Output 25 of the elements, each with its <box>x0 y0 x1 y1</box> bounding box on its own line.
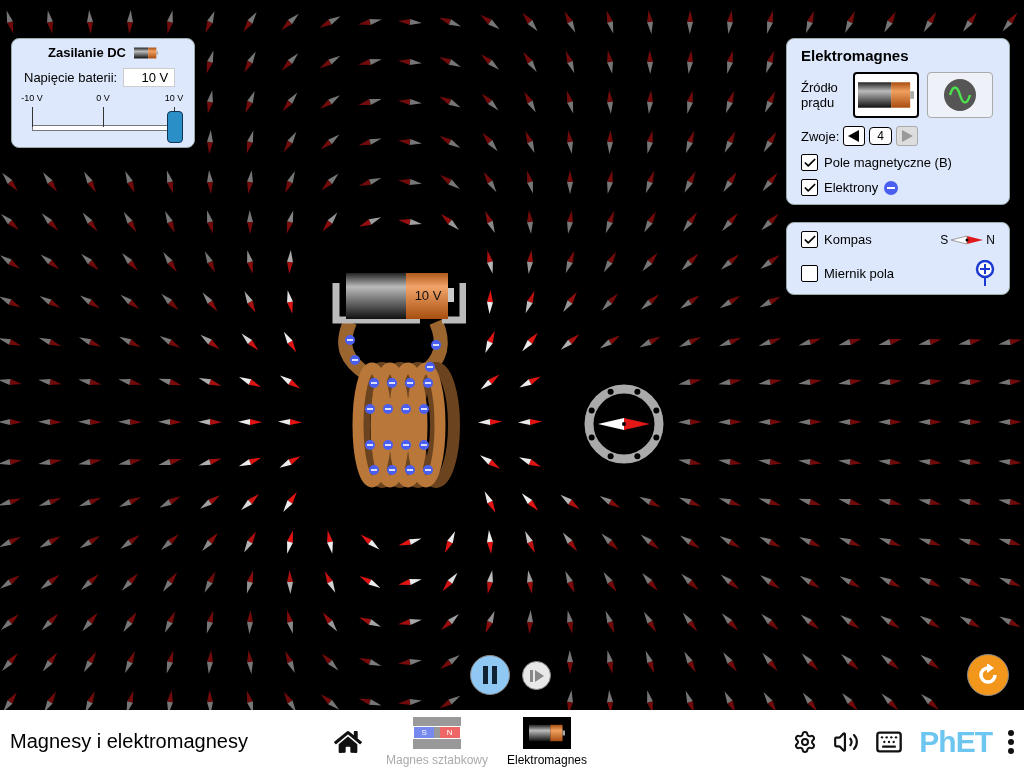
south-label: S <box>940 232 949 247</box>
screen-tab[interactable]: Elektromagnes <box>492 716 602 767</box>
checkbox-label: Kompas <box>824 232 872 247</box>
checkbox-label: Elektrony <box>824 180 879 195</box>
checkbox-label: Pole magnetyczne (B) <box>824 155 952 170</box>
checkbox-label: Miernik pola <box>824 265 895 281</box>
screen-label: Magnes sztabkowy <box>385 752 488 767</box>
logo[interactable]: PhET <box>919 724 992 759</box>
tick-label: 10 V <box>164 93 184 103</box>
south-label: S <box>414 727 434 738</box>
source-label: Źródło prądu <box>801 80 839 110</box>
battery-voltage-label: 10 V <box>414 288 442 303</box>
tick-label: 0 V <box>96 93 110 103</box>
panel-title: Elektromagnes <box>801 47 910 64</box>
screen-tab[interactable]: S N Magnes sztabkowy <box>382 716 492 767</box>
voltage-value: 10 V <box>123 68 176 87</box>
loops-label: Zwoje: <box>801 128 840 144</box>
loops-value: 4 <box>869 127 892 145</box>
voltage-label: Napięcie baterii: <box>24 70 118 85</box>
panel-title: Zasilanie DC <box>48 45 126 60</box>
north-label: N <box>439 727 460 738</box>
north-label: N <box>986 232 995 247</box>
tick-label: -10 V <box>21 93 43 103</box>
screen-label: Elektromagnes <box>506 752 587 767</box>
app-title: Magnesy i elektromagnesy <box>10 730 249 753</box>
